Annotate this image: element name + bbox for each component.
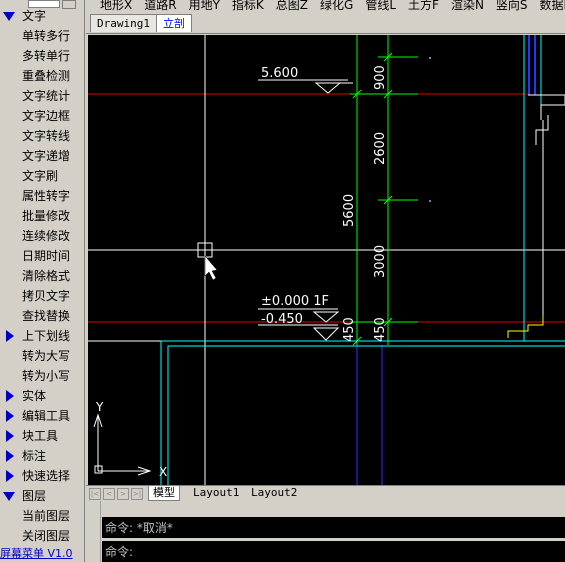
command-window-grip[interactable] [86,501,101,562]
sidebar-item-7[interactable]: 文字递增 [0,146,84,166]
command-window: 命令: *取消* 命令: [86,501,565,562]
dim-label-450-b: 450 [373,317,388,342]
level-symbol-top [314,82,342,94]
mouse-pointer-icon [204,255,218,281]
sidebar-item-15[interactable]: 查找替换 [0,306,84,326]
command-panel: 命令: *取消* 命令: [102,517,565,562]
sidebar-item-6[interactable]: 文字转线 [0,126,84,146]
tab-elevation-section[interactable]: 立剖 [156,14,192,32]
sidebar-item-9[interactable]: 属性转字 [0,186,84,206]
expand-arrow-icon [3,12,15,21]
collapse-arrow-icon [6,470,14,482]
sidebar-section-22[interactable]: 标注 [0,446,84,466]
sidebar-section-24[interactable]: 图层 [0,486,84,506]
sidebar-item-2[interactable]: 多转单行 [0,46,84,66]
level-label-base: ±0.000 1F [261,294,329,309]
sidebar-section-label: 编辑工具 [22,409,71,423]
level-symbol-neg [312,327,340,341]
layout-last-button[interactable]: >| [131,488,143,500]
menu-item-4[interactable]: 总图Z [276,0,308,11]
command-history: 命令: *取消* [105,521,173,535]
menu-item-7[interactable]: 土方F [408,0,439,11]
dim-label-3000: 3000 [373,245,388,278]
sidebar-item-26[interactable]: 关闭图层 [0,526,84,546]
sidebar-item-13[interactable]: 清除格式 [0,266,84,286]
tab-layout2[interactable]: Layout2 [247,486,301,500]
sidebar-section-label: 上下划线 [22,329,71,343]
tab-model[interactable]: 模型 [148,486,180,501]
command-input[interactable]: 命令: [105,543,133,560]
menu-item-8[interactable]: 渲染N [451,0,484,11]
sidebar-section-0[interactable]: 文字 [0,6,84,26]
menu-item-0[interactable]: 地形X [100,0,132,11]
sidebar-item-1[interactable]: 单转多行 [0,26,84,46]
sidebar-section-label: 标注 [22,449,47,463]
sidebar-item-5[interactable]: 文字边框 [0,106,84,126]
sidebar-section-16[interactable]: 上下划线 [0,326,84,346]
menu-item-2[interactable]: 用地Y [189,0,220,11]
menu-item-6[interactable]: 管线L [365,0,396,11]
tab-drawing1[interactable]: Drawing1 [90,14,157,32]
sidebar-section-label: 块工具 [22,429,59,443]
menu-item-1[interactable]: 道路R [144,0,176,11]
drawing-canvas[interactable]: 5.600 ±0.000 1F -0.450 900 2600 3000 560… [88,35,565,485]
screen-menu-sidebar: 文字单转多行 多转单行 重叠检测 文字统计 文字边框 文字转线 文字递增 文字刷 属性转字 批量修… [0,0,85,562]
sidebar-item-18[interactable]: 转为小写 [0,366,84,386]
tab-layout1[interactable]: Layout1 [189,486,243,500]
menu-item-10[interactable]: 数据E [540,0,565,11]
sidebar-item-17[interactable]: 转为大写 [0,346,84,366]
sidebar-section-20[interactable]: 编辑工具 [0,406,84,426]
document-tab-bar: Drawing1 立剖 [86,13,565,34]
layout-tab-bar: |< < > >| 模型 Layout1 Layout2 [86,485,565,501]
dim-label-2600: 2600 [373,132,388,165]
sidebar-section-label: 文字 [22,9,47,23]
level-label-top: 5.600 [261,66,298,81]
sidebar-item-11[interactable]: 连续修改 [0,226,84,246]
sidebar-item-3[interactable]: 重叠检测 [0,66,84,86]
collapse-arrow-icon [6,390,14,402]
ucs-y-label: Y [95,400,104,414]
menu-item-9[interactable]: 竖向S [496,0,528,11]
sidebar-footer-link[interactable]: 屏幕菜单 V1.0 [0,546,84,562]
sidebar-item-4[interactable]: 文字统计 [0,86,84,106]
dim-label-5600: 5600 [342,194,357,227]
drawing-svg: 5.600 ±0.000 1F -0.450 900 2600 3000 560… [88,35,565,485]
sidebar-section-19[interactable]: 实体 [0,386,84,406]
menu-item-5[interactable]: 绿化G [320,0,353,11]
sidebar-item-12[interactable]: 日期时间 [0,246,84,266]
collapse-arrow-icon [6,410,14,422]
sidebar-item-14[interactable]: 拷贝文字 [0,286,84,306]
level-symbol-base [312,311,340,323]
collapse-arrow-icon [6,330,14,342]
sidebar-section-label: 快速选择 [22,469,71,483]
layout-prev-button[interactable]: < [103,488,115,500]
dim-label-450-a: 450 [342,317,357,342]
layout-first-button[interactable]: |< [89,488,101,500]
sidebar-section-21[interactable]: 块工具 [0,426,84,446]
sidebar-item-25[interactable]: 当前图层 [0,506,84,526]
sidebar-item-10[interactable]: 批量修改 [0,206,84,226]
sidebar-section-label: 实体 [22,389,47,403]
menu-bar: 地形X道路R用地Y指标K总图Z绿化G管线L土方F渲染N竖向S数据E图 [86,0,565,13]
expand-arrow-icon [3,492,15,501]
dim-label-900: 900 [373,65,388,90]
menu-item-3[interactable]: 指标K [232,0,264,11]
sidebar-item-8[interactable]: 文字刷 [0,166,84,186]
sidebar-section-label: 图层 [22,489,47,503]
sidebar-section-23[interactable]: 快速选择 [0,466,84,486]
building-outline [160,340,565,485]
layout-next-button[interactable]: > [117,488,129,500]
collapse-arrow-icon [6,450,14,462]
level-label-neg: -0.450 [261,312,303,327]
ucs-x-label: X [159,465,167,479]
collapse-arrow-icon [6,430,14,442]
